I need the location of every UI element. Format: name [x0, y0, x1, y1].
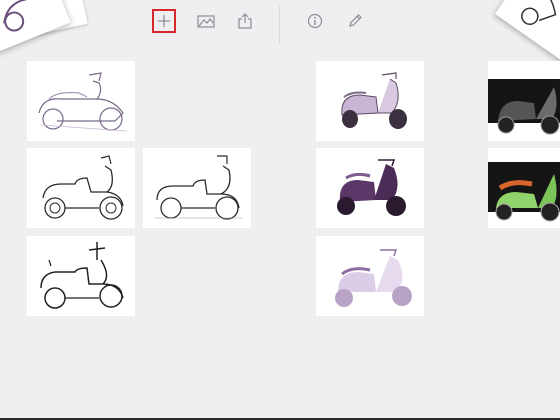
sketch-thumbnail[interactable] — [488, 61, 560, 141]
sketch-thumbnail[interactable] — [316, 148, 424, 228]
pencil-icon — [349, 14, 362, 27]
scooter-drawing — [38, 72, 128, 132]
top-toolbar — [0, 0, 560, 44]
edit-button[interactable] — [343, 9, 367, 33]
sketch-thumbnail[interactable] — [143, 148, 251, 228]
share-button[interactable] — [233, 9, 257, 33]
toolbar-divider — [279, 6, 280, 44]
info-icon — [307, 13, 323, 29]
new-sketch-button[interactable] — [152, 9, 176, 33]
scooter-drawing — [335, 249, 412, 307]
gallery-button[interactable] — [194, 9, 218, 33]
scooter-drawing — [42, 155, 124, 220]
gallery-icon — [197, 15, 215, 28]
sketch-thumbnail[interactable] — [27, 61, 135, 141]
sketch-thumbnail[interactable] — [316, 236, 424, 316]
scooter-drawing — [40, 242, 124, 309]
scooter-drawing — [337, 159, 406, 216]
sketch-thumbnail[interactable] — [27, 236, 135, 316]
sketch-thumbnail[interactable] — [27, 148, 135, 228]
sketch-thumbnail[interactable] — [488, 148, 560, 228]
share-icon — [238, 13, 252, 29]
scooter-drawing — [155, 155, 243, 220]
scooter-drawing — [488, 162, 560, 222]
scooter-drawing — [488, 79, 560, 135]
sketch-thumbnail[interactable] — [316, 61, 424, 141]
plus-icon — [158, 15, 170, 27]
scooter-drawing — [341, 72, 407, 129]
info-button[interactable] — [303, 9, 327, 33]
